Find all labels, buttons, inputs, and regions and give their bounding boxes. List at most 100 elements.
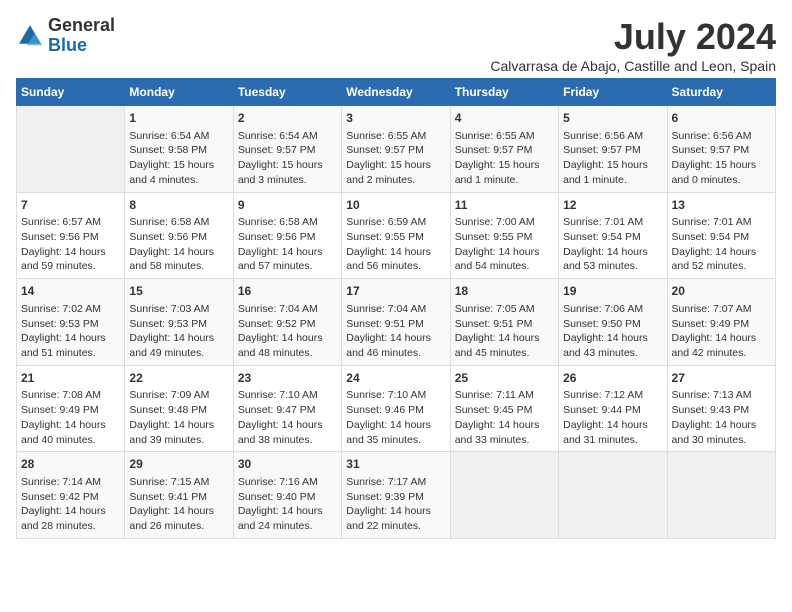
day-info: Sunrise: 6:58 AMSunset: 9:56 PMDaylight:…: [129, 215, 228, 274]
column-header-monday: Monday: [125, 79, 233, 106]
calendar-cell: 6 Sunrise: 6:56 AMSunset: 9:57 PMDaylight…: [667, 106, 775, 193]
calendar-cell: 17Sunrise: 7:04 AMSunset: 9:51 PMDayligh…: [342, 279, 450, 366]
calendar-cell: 25Sunrise: 7:11 AMSunset: 9:45 PMDayligh…: [450, 365, 558, 452]
calendar-cell: [667, 452, 775, 539]
calendar-week-row: 1 Sunrise: 6:54 AMSunset: 9:58 PMDaylight…: [17, 106, 776, 193]
day-number: 13: [672, 197, 771, 214]
day-info: Sunrise: 7:07 AMSunset: 9:49 PMDaylight:…: [672, 302, 771, 361]
day-info: Sunrise: 7:11 AMSunset: 9:45 PMDaylight:…: [455, 388, 554, 447]
day-number: 4: [455, 110, 554, 127]
day-info: Sunrise: 6:56 AMSunset: 9:57 PMDaylight:…: [672, 129, 771, 188]
logo-blue-text: Blue: [48, 35, 87, 55]
calendar-week-row: 14 Sunrise: 7:02 AMSunset: 9:53 PMDayligh…: [17, 279, 776, 366]
calendar-cell: 1 Sunrise: 6:54 AMSunset: 9:58 PMDaylight…: [125, 106, 233, 193]
day-number: 24: [346, 370, 445, 387]
calendar-table: SundayMondayTuesdayWednesdayThursdayFrid…: [16, 78, 776, 539]
day-info: Sunrise: 7:01 AMSunset: 9:54 PMDaylight:…: [672, 215, 771, 274]
day-number: 19: [563, 283, 662, 300]
calendar-cell: 22Sunrise: 7:09 AMSunset: 9:48 PMDayligh…: [125, 365, 233, 452]
day-number: 2: [238, 110, 337, 127]
calendar-cell: 10Sunrise: 6:59 AMSunset: 9:55 PMDayligh…: [342, 192, 450, 279]
day-info: Sunrise: 7:05 AMSunset: 9:51 PMDaylight:…: [455, 302, 554, 361]
day-info: Sunrise: 6:57 AMSunset: 9:56 PMDaylight:…: [21, 215, 120, 274]
column-header-friday: Friday: [559, 79, 667, 106]
column-header-saturday: Saturday: [667, 79, 775, 106]
day-info: Sunrise: 7:10 AMSunset: 9:46 PMDaylight:…: [346, 388, 445, 447]
calendar-cell: 20 Sunrise: 7:07 AMSunset: 9:49 PMDayligh…: [667, 279, 775, 366]
calendar-cell: [17, 106, 125, 193]
calendar-cell: 14 Sunrise: 7:02 AMSunset: 9:53 PMDayligh…: [17, 279, 125, 366]
day-info: Sunrise: 6:55 AMSunset: 9:57 PMDaylight:…: [455, 129, 554, 188]
calendar-cell: 13Sunrise: 7:01 AMSunset: 9:54 PMDayligh…: [667, 192, 775, 279]
day-number: 30: [238, 456, 337, 473]
day-info: Sunrise: 7:15 AMSunset: 9:41 PMDaylight:…: [129, 475, 228, 534]
calendar-week-row: 21Sunrise: 7:08 AMSunset: 9:49 PMDayligh…: [17, 365, 776, 452]
day-info: Sunrise: 6:56 AMSunset: 9:57 PMDaylight:…: [563, 129, 662, 188]
calendar-cell: 18Sunrise: 7:05 AMSunset: 9:51 PMDayligh…: [450, 279, 558, 366]
day-info: Sunrise: 6:54 AMSunset: 9:58 PMDaylight:…: [129, 129, 228, 188]
calendar-cell: 21Sunrise: 7:08 AMSunset: 9:49 PMDayligh…: [17, 365, 125, 452]
day-number: 29: [129, 456, 228, 473]
column-header-sunday: Sunday: [17, 79, 125, 106]
calendar-cell: 9Sunrise: 6:58 AMSunset: 9:56 PMDaylight…: [233, 192, 341, 279]
day-info: Sunrise: 7:09 AMSunset: 9:48 PMDaylight:…: [129, 388, 228, 447]
day-number: 22: [129, 370, 228, 387]
title-block: July 2024 Calvarrasa de Abajo, Castille …: [490, 16, 776, 74]
day-number: 11: [455, 197, 554, 214]
day-info: Sunrise: 7:08 AMSunset: 9:49 PMDaylight:…: [21, 388, 120, 447]
day-number: 15: [129, 283, 228, 300]
calendar-cell: 29 Sunrise: 7:15 AMSunset: 9:41 PMDayligh…: [125, 452, 233, 539]
calendar-cell: 23Sunrise: 7:10 AMSunset: 9:47 PMDayligh…: [233, 365, 341, 452]
calendar-cell: 30 Sunrise: 7:16 AMSunset: 9:40 PMDayligh…: [233, 452, 341, 539]
day-number: 16: [238, 283, 337, 300]
calendar-cell: 15 Sunrise: 7:03 AMSunset: 9:53 PMDayligh…: [125, 279, 233, 366]
day-number: 20: [672, 283, 771, 300]
day-info: Sunrise: 7:02 AMSunset: 9:53 PMDaylight:…: [21, 302, 120, 361]
day-number: 21: [21, 370, 120, 387]
calendar-cell: 11Sunrise: 7:00 AMSunset: 9:55 PMDayligh…: [450, 192, 558, 279]
day-info: Sunrise: 7:00 AMSunset: 9:55 PMDaylight:…: [455, 215, 554, 274]
day-info: Sunrise: 6:59 AMSunset: 9:55 PMDaylight:…: [346, 215, 445, 274]
page-header: General Blue July 2024 Calvarrasa de Aba…: [16, 16, 776, 74]
calendar-cell: 8Sunrise: 6:58 AMSunset: 9:56 PMDaylight…: [125, 192, 233, 279]
day-number: 5: [563, 110, 662, 127]
day-number: 26: [563, 370, 662, 387]
calendar-cell: 27Sunrise: 7:13 AMSunset: 9:43 PMDayligh…: [667, 365, 775, 452]
day-info: Sunrise: 7:17 AMSunset: 9:39 PMDaylight:…: [346, 475, 445, 534]
calendar-cell: 24Sunrise: 7:10 AMSunset: 9:46 PMDayligh…: [342, 365, 450, 452]
day-number: 28: [21, 456, 120, 473]
day-number: 7: [21, 197, 120, 214]
calendar-week-row: 7Sunrise: 6:57 AMSunset: 9:56 PMDaylight…: [17, 192, 776, 279]
calendar-cell: [450, 452, 558, 539]
day-number: 12: [563, 197, 662, 214]
column-header-tuesday: Tuesday: [233, 79, 341, 106]
calendar-week-row: 28 Sunrise: 7:14 AMSunset: 9:42 PMDayligh…: [17, 452, 776, 539]
day-info: Sunrise: 7:06 AMSunset: 9:50 PMDaylight:…: [563, 302, 662, 361]
day-info: Sunrise: 7:01 AMSunset: 9:54 PMDaylight:…: [563, 215, 662, 274]
day-number: 3: [346, 110, 445, 127]
column-header-thursday: Thursday: [450, 79, 558, 106]
calendar-cell: 19 Sunrise: 7:06 AMSunset: 9:50 PMDayligh…: [559, 279, 667, 366]
day-number: 8: [129, 197, 228, 214]
logo-general-text: General: [48, 15, 115, 35]
day-info: Sunrise: 7:16 AMSunset: 9:40 PMDaylight:…: [238, 475, 337, 534]
day-info: Sunrise: 7:03 AMSunset: 9:53 PMDaylight:…: [129, 302, 228, 361]
day-number: 23: [238, 370, 337, 387]
calendar-cell: 3Sunrise: 6:55 AMSunset: 9:57 PMDaylight…: [342, 106, 450, 193]
day-number: 14: [21, 283, 120, 300]
day-info: Sunrise: 7:14 AMSunset: 9:42 PMDaylight:…: [21, 475, 120, 534]
calendar-header-row: SundayMondayTuesdayWednesdayThursdayFrid…: [17, 79, 776, 106]
day-number: 25: [455, 370, 554, 387]
location-text: Calvarrasa de Abajo, Castille and Leon, …: [490, 58, 776, 74]
month-title: July 2024: [490, 16, 776, 58]
day-number: 1: [129, 110, 228, 127]
calendar-cell: [559, 452, 667, 539]
day-info: Sunrise: 6:58 AMSunset: 9:56 PMDaylight:…: [238, 215, 337, 274]
calendar-cell: 26Sunrise: 7:12 AMSunset: 9:44 PMDayligh…: [559, 365, 667, 452]
logo-icon: [16, 22, 44, 50]
day-number: 6: [672, 110, 771, 127]
calendar-cell: 12Sunrise: 7:01 AMSunset: 9:54 PMDayligh…: [559, 192, 667, 279]
day-number: 27: [672, 370, 771, 387]
calendar-cell: 28 Sunrise: 7:14 AMSunset: 9:42 PMDayligh…: [17, 452, 125, 539]
day-number: 10: [346, 197, 445, 214]
